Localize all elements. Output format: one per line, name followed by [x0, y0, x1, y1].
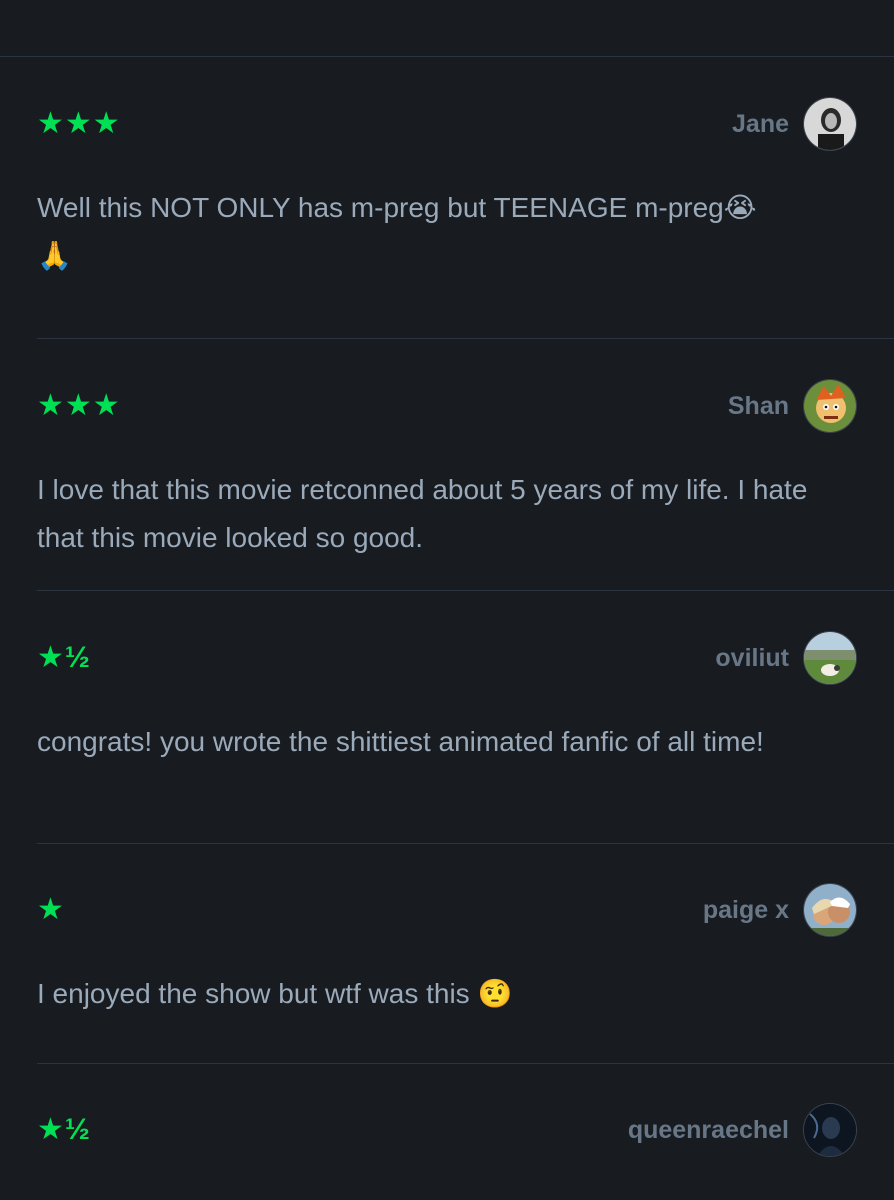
review-header: ★½ oviliut	[37, 628, 857, 688]
raised-eyebrow-emoji-icon: 🤨	[477, 977, 513, 1010]
avatar[interactable]	[803, 97, 857, 151]
author-name[interactable]: Shan	[728, 392, 789, 421]
review-divider	[37, 338, 894, 339]
crying-face-emoji-icon: 😭	[723, 191, 757, 224]
review-item: ★★★ Shan I love that this movie retconne…	[37, 376, 857, 562]
review-author[interactable]: queenraechel	[628, 1103, 857, 1157]
review-text: congrats! you wrote the shittiest animat…	[37, 726, 764, 757]
review-item: ★½ queenraechel	[37, 1100, 857, 1190]
review-divider	[37, 1063, 894, 1064]
review-divider	[37, 843, 894, 844]
avatar[interactable]	[803, 379, 857, 433]
avatar[interactable]	[803, 883, 857, 937]
review-item: ★½ oviliut congrats! you wrote the shitt…	[37, 628, 857, 766]
avatar[interactable]	[803, 631, 857, 685]
star-rating: ★	[37, 893, 65, 926]
review-author[interactable]: paige x	[703, 883, 857, 937]
author-name[interactable]: oviliut	[715, 644, 789, 673]
avatar[interactable]	[803, 1103, 857, 1157]
review-divider	[37, 590, 894, 591]
review-text: Well this NOT ONLY has m-preg but TEENAG…	[37, 184, 857, 280]
author-name[interactable]: paige x	[703, 896, 789, 925]
review-item: ★ paige x I enjoyed the show but wtf was…	[37, 880, 857, 1018]
star-rating: ★½	[37, 641, 91, 674]
star-rating: ★★★	[37, 389, 121, 422]
top-divider	[0, 56, 894, 57]
review-text: I enjoyed the show but wtf was this 🤨	[37, 970, 857, 1018]
review-header: ★½ queenraechel	[37, 1100, 857, 1160]
review-text: I love that this movie retconned about 5…	[37, 474, 808, 553]
review-body: Well this NOT ONLY has m-preg but TEENAG…	[37, 192, 724, 223]
review-body: I enjoyed the show but wtf was this	[37, 978, 470, 1009]
review-author[interactable]: Shan	[728, 379, 857, 433]
star-rating: ★½	[37, 1113, 91, 1146]
review-author[interactable]: Jane	[732, 97, 857, 151]
review-header: ★★★ Jane	[37, 94, 857, 154]
author-name[interactable]: queenraechel	[628, 1116, 789, 1145]
folded-hands-emoji-icon: 🙏	[37, 239, 72, 272]
author-name[interactable]: Jane	[732, 110, 789, 139]
review-author[interactable]: oviliut	[715, 631, 857, 685]
review-item: ★★★ Jane Well this NOT ONLY has m-preg b…	[37, 94, 857, 280]
review-header: ★ paige x	[37, 880, 857, 940]
star-rating: ★★★	[37, 107, 121, 140]
review-header: ★★★ Shan	[37, 376, 857, 436]
